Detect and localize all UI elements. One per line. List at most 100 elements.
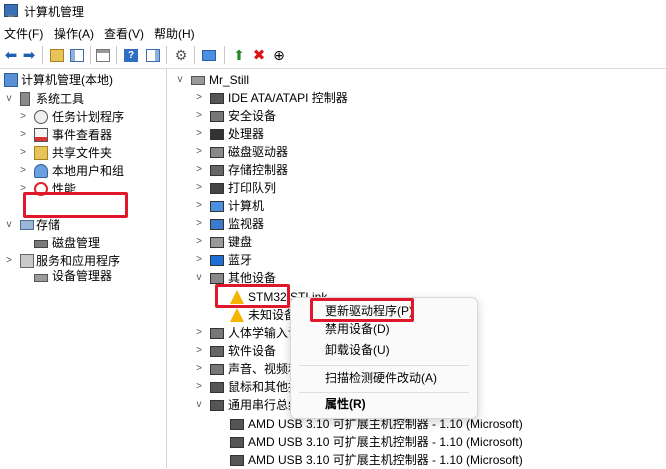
device-category-computer[interactable]: > 计算机 — [194, 197, 666, 215]
tree-label: 任务计划程序 — [52, 110, 125, 124]
chevron-right-icon[interactable]: > — [194, 197, 204, 215]
tree-label: 蓝牙 — [228, 253, 253, 267]
tree-label: 存储 — [36, 218, 61, 232]
back-icon[interactable]: ⬅ — [2, 46, 20, 64]
tree-label: 共享文件夹 — [52, 146, 113, 160]
device-category-security[interactable]: > 安全设备 — [194, 107, 666, 125]
show-hide-icon[interactable] — [144, 46, 162, 64]
tree-label: 未知设备 — [248, 308, 297, 322]
device-icon — [230, 455, 244, 466]
chevron-right-icon[interactable]: > — [194, 378, 204, 396]
tree-label: IDE ATA/ATAPI 控制器 — [228, 91, 348, 105]
menu-item-properties[interactable]: 属性(R) — [325, 395, 366, 413]
menu-item-scan-hardware[interactable]: 扫描检测硬件改动(A) — [325, 369, 437, 387]
tree-label: 系统工具 — [36, 92, 85, 106]
device-category-processors[interactable]: > 处理器 — [194, 125, 666, 143]
toolbar-separator — [90, 46, 91, 64]
chevron-right-icon[interactable]: > — [4, 252, 14, 270]
folder-up-icon[interactable] — [48, 46, 66, 64]
tree-item-storage[interactable]: v 存储 — [4, 216, 164, 234]
highlight-stm32 — [215, 284, 290, 308]
device-category-amd-usb-2[interactable]: AMD USB 3.10 可扩展主机控制器 - 1.10 (Microsoft) — [212, 433, 666, 451]
enable-device-icon[interactable]: ⬆ — [230, 46, 248, 64]
device-icon — [210, 111, 224, 122]
chevron-down-icon[interactable]: v — [194, 396, 204, 414]
tree-label: 监视器 — [228, 217, 265, 231]
device-icon — [210, 93, 224, 104]
tree-label: 事件查看器 — [52, 128, 113, 142]
device-icon — [210, 165, 224, 176]
clock-icon — [34, 110, 48, 124]
console-tree-icon[interactable] — [68, 46, 86, 64]
chevron-right-icon[interactable]: > — [194, 125, 204, 143]
menu-action[interactable]: 操作(A) — [54, 25, 94, 42]
menu-view[interactable]: 查看(V) — [104, 25, 144, 42]
device-category-print-queues[interactable]: > 打印队列 — [194, 179, 666, 197]
device-icon — [210, 129, 224, 140]
chevron-right-icon[interactable]: > — [194, 179, 204, 197]
chevron-right-icon[interactable]: > — [194, 107, 204, 125]
device-icon — [210, 273, 224, 284]
chevron-right-icon[interactable]: > — [18, 144, 28, 162]
device-icon — [210, 147, 224, 158]
chevron-right-icon[interactable]: > — [194, 360, 204, 378]
help-icon[interactable]: ? — [122, 46, 140, 64]
tree-item-root[interactable]: 计算机管理(本地) — [4, 71, 164, 89]
chevron-right-icon[interactable]: > — [194, 161, 204, 179]
device-category-ide[interactable]: > IDE ATA/ATAPI 控制器 — [194, 89, 666, 107]
menu-help[interactable]: 帮助(H) — [154, 25, 195, 42]
menu-item-disable-device[interactable]: 禁用设备(D) — [325, 320, 390, 338]
chevron-right-icon[interactable]: > — [18, 162, 28, 180]
device-category-amd-usb-3[interactable]: AMD USB 3.10 可扩展主机控制器 - 1.10 (Microsoft) — [212, 451, 666, 469]
tree-item-local-users[interactable]: > 本地用户和组 — [4, 162, 164, 180]
device-category-keyboards[interactable]: > 键盘 — [194, 233, 666, 251]
chevron-right-icon[interactable]: > — [194, 233, 204, 251]
tree-item-system-tools[interactable]: v 系统工具 — [4, 90, 164, 108]
device-category-disk-drives[interactable]: > 磁盘驱动器 — [194, 143, 666, 161]
device-category-bluetooth[interactable]: > 蓝牙 — [194, 251, 666, 269]
menu-file[interactable]: 文件(F) — [4, 25, 43, 42]
menu-item-uninstall-device[interactable]: 卸载设备(U) — [325, 341, 390, 359]
tree-item-shared-folders[interactable]: > 共享文件夹 — [4, 144, 164, 162]
storage-icon — [20, 220, 34, 230]
users-icon — [34, 164, 48, 178]
chevron-right-icon[interactable]: > — [194, 342, 204, 360]
tree-item-disk-management[interactable]: 磁盘管理 — [4, 234, 164, 252]
device-icon — [210, 382, 224, 393]
tree-label: 处理器 — [228, 127, 265, 141]
properties-icon[interactable] — [94, 46, 112, 64]
tree-item-task-scheduler[interactable]: > 任务计划程序 — [4, 108, 164, 126]
title-bar: 计算机管理 — [0, 0, 666, 22]
tree-item-event-viewer[interactable]: > 事件查看器 — [4, 126, 164, 144]
chevron-right-icon[interactable]: > — [18, 126, 28, 144]
tree-label: 软件设备 — [228, 344, 277, 358]
chevron-down-icon[interactable]: v — [194, 269, 204, 287]
chevron-right-icon[interactable]: > — [18, 108, 28, 126]
chevron-right-icon[interactable]: > — [194, 251, 204, 269]
chevron-down-icon[interactable]: v — [4, 216, 14, 234]
device-category-monitors[interactable]: > 监视器 — [194, 215, 666, 233]
chevron-down-icon[interactable]: v — [4, 90, 14, 108]
tree-label: 打印队列 — [228, 181, 277, 195]
tree-label: 磁盘驱动器 — [228, 145, 289, 159]
chevron-right-icon[interactable]: > — [194, 215, 204, 233]
device-icon — [210, 400, 224, 411]
chevron-right-icon[interactable]: > — [194, 143, 204, 161]
chevron-down-icon[interactable]: v — [175, 71, 185, 89]
uninstall-icon[interactable]: ✖ — [250, 46, 268, 64]
device-icon — [210, 255, 224, 266]
chevron-right-icon[interactable]: > — [194, 89, 204, 107]
device-category-storage-controllers[interactable]: > 存储控制器 — [194, 161, 666, 179]
computer-icon[interactable] — [200, 46, 218, 64]
update-driver-icon[interactable]: ⊕ — [270, 46, 288, 64]
tree-item-services[interactable]: > 服务和应用程序 — [4, 252, 164, 270]
services-icon — [20, 254, 34, 268]
scan-hardware-icon[interactable]: ⚙ — [172, 46, 190, 64]
tree-label: 存储控制器 — [228, 163, 289, 177]
tree-label: 服务和应用程序 — [36, 254, 121, 268]
chevron-right-icon[interactable]: > — [194, 324, 204, 342]
device-icon — [210, 219, 224, 230]
menu-separator — [299, 365, 469, 366]
forward-icon[interactable]: ➡ — [20, 46, 38, 64]
menu-separator — [299, 392, 469, 393]
